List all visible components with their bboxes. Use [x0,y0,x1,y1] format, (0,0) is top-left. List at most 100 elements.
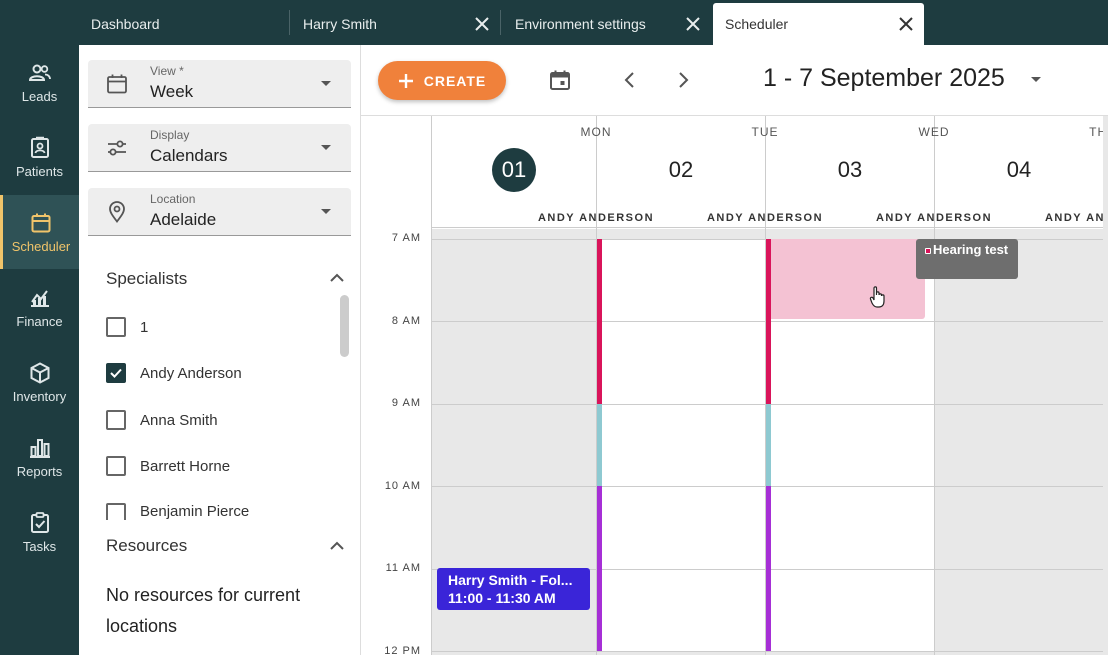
day-column-wed: WED 03 ANDY ANDERSON [766,116,991,655]
hour-line [766,651,934,652]
chevron-up-icon[interactable] [329,270,345,286]
display-select-value: Calendars [150,146,228,165]
tab-divider [500,10,501,35]
specialist-checkbox-anna-smith[interactable]: Anna Smith [106,408,218,432]
specialists-scrollbar[interactable] [340,295,349,357]
hour-line [597,404,765,405]
day-number-today[interactable]: 01 [492,148,536,192]
nav-item-leads[interactable]: Leads [0,45,79,119]
close-icon[interactable] [679,10,707,38]
day-body[interactable] [935,229,1103,655]
day-number[interactable]: 04 [997,148,1041,192]
hour-line [766,569,934,570]
calendar-icon [107,74,127,94]
nav-label: Scheduler [11,238,71,254]
tab-label: Scheduler [725,16,789,32]
day-body[interactable]: Harry Smith - Fol... 11:00 - 11:30 AM [432,229,596,655]
day-body[interactable] [766,229,934,655]
nav-item-inventory[interactable]: Inventory [0,345,79,419]
chevron-up-icon[interactable] [329,538,345,554]
calendar-picker-icon[interactable] [548,68,572,92]
hour-line [597,321,765,322]
nav-item-finance[interactable]: Finance [0,270,79,344]
day-number[interactable]: 03 [828,148,872,192]
location-select[interactable]: Location Adelaide [88,188,351,236]
hour-line [597,569,765,570]
display-select-label: Display [150,128,190,142]
nav-label: Leads [21,88,58,104]
unavailable-slot [597,229,765,239]
availability-bar [597,404,602,486]
display-select[interactable]: Display Calendars [88,124,351,172]
day-number[interactable]: 02 [659,148,703,192]
date-range-title[interactable]: 1 - 7 September 2025 [763,64,1005,93]
id-card-icon [30,136,49,158]
chevron-left-icon[interactable] [619,69,641,91]
calendar-icon [31,213,51,232]
create-button-label: CREATE [423,72,487,89]
hour-line [597,486,765,487]
highlighted-slot[interactable] [766,239,925,319]
specialist-checkbox-benjamin-pierce[interactable]: Benjamin Pierce [106,500,249,520]
availability-bar [766,404,771,486]
dropdown-arrow-icon [321,81,331,86]
time-label: 8 AM [391,315,421,327]
resources-title: Resources [106,536,188,555]
hour-line [766,321,934,322]
day-header: MON 01 ANDY ANDERSON [432,116,653,228]
specialist-checkbox-andy-anderson[interactable]: Andy Anderson [106,361,242,385]
hour-line [935,321,1103,322]
availability-bar [597,486,602,651]
appointment-harry-smith[interactable]: Harry Smith - Fol... 11:00 - 11:30 AM [437,568,590,610]
hour-line [432,321,596,322]
nav-item-scheduler[interactable]: Scheduler [0,195,79,269]
create-button[interactable]: CREATE [378,61,506,100]
location-select-value: Adelaide [150,210,217,229]
chevron-right-icon[interactable] [672,69,694,91]
appointment-title: Hearing test [933,242,1009,257]
hour-line [935,404,1103,405]
specialist-checkbox-1[interactable]: 1 [106,315,148,339]
location-select-label: Location [150,192,196,206]
tab-environment-settings[interactable]: Environment settings [503,3,711,45]
specialist-label: Andy Anderson [140,364,242,382]
sliders-icon [108,140,126,156]
checkbox[interactable] [106,503,126,520]
appointment-title: Harry Smith - Fol... [448,572,573,588]
people-icon [28,64,51,81]
tab-scheduler[interactable]: Scheduler [713,3,924,45]
close-icon[interactable] [892,10,920,38]
time-label: 7 AM [391,232,421,244]
checkbox[interactable] [106,456,126,476]
nav-label: Patients [16,163,63,179]
hour-line [597,651,765,652]
main-nav: Leads Patients Scheduler Finance Invento… [0,45,79,655]
nav-label: Reports [16,463,63,479]
view-select[interactable]: View * Week [88,60,351,108]
check-icon [110,368,122,378]
appointment-hearing-test[interactable]: Hearing test [916,239,1018,279]
dropdown-arrow-icon [321,145,331,150]
tab-dashboard[interactable]: Dashboard [79,3,289,45]
clipboard-check-icon [30,511,49,533]
checkbox[interactable] [106,410,126,430]
nav-item-patients[interactable]: Patients [0,120,79,194]
availability-bar [597,239,602,404]
close-icon[interactable] [468,10,496,38]
location-pin-icon [109,201,125,223]
view-select-label: View * [150,64,184,78]
tab-label: Dashboard [91,16,160,32]
nav-item-reports[interactable]: Reports [0,420,79,494]
nav-item-tasks[interactable]: Tasks [0,495,79,569]
hour-line [432,486,596,487]
date-range-dropdown-icon[interactable] [1031,77,1041,82]
checkbox[interactable] [106,317,126,337]
hand-cursor-icon [869,286,885,308]
tab-harry-smith[interactable]: Harry Smith [291,3,500,45]
day-body[interactable] [597,229,765,655]
time-label: 11 AM [385,562,421,574]
hour-line [432,651,596,652]
specialist-checkbox-barrett-horne[interactable]: Barrett Horne [106,454,230,478]
checkbox-checked[interactable] [106,363,126,383]
hour-line [766,404,934,405]
